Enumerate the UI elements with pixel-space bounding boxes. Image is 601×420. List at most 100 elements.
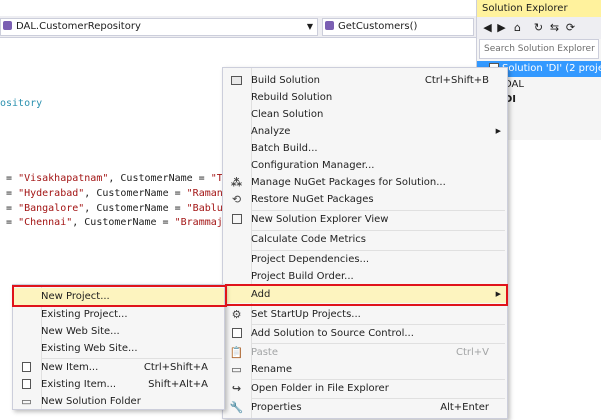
code-token: ository xyxy=(0,98,43,109)
wrench-icon: 🔧 xyxy=(229,401,244,414)
code-token: "Visakhapatnam" xyxy=(18,173,109,184)
menu-item-configuration-manager[interactable]: Configuration Manager... xyxy=(223,157,507,174)
new-item-icon xyxy=(19,360,34,375)
menu-item-clean-solution[interactable]: Clean Solution xyxy=(223,106,507,123)
menu-item-new-explorer-view[interactable]: New Solution Explorer View xyxy=(223,211,507,228)
menu-item-label: Properties xyxy=(251,402,302,413)
menu-item-label: Open Folder in File Explorer xyxy=(251,383,389,394)
code-token: , CustomerName = xyxy=(84,188,187,199)
menu-item-new-project[interactable]: New Project... xyxy=(13,288,224,305)
forward-icon[interactable]: ▶ xyxy=(494,20,509,35)
code-token: , CustomerName = xyxy=(84,203,187,214)
code-line[interactable]: = "Chennai", CustomerName = "Brammaji" } xyxy=(0,215,247,231)
menu-item-new-solution-folder[interactable]: ▭ New Solution Folder xyxy=(13,393,224,410)
menu-item-restore-nuget[interactable]: ⟲ Restore NuGet Packages xyxy=(223,191,507,208)
code-token: = xyxy=(0,188,19,199)
menu-item-label: Paste xyxy=(251,347,278,358)
open-folder-icon: ↪ xyxy=(231,382,242,395)
rename-icon: ▭ xyxy=(231,363,242,376)
code-token: = xyxy=(0,217,19,228)
solution-explorer-search[interactable]: Search Solution Explorer (Ctrl xyxy=(479,39,599,59)
menu-item-code-metrics[interactable]: Calculate Code Metrics xyxy=(223,231,507,248)
menu-item-label: Add Solution to Source Control... xyxy=(251,328,414,339)
menu-item-label: Existing Project... xyxy=(41,309,128,320)
paste-icon: 📋 xyxy=(229,346,244,359)
add-submenu: New Project... Existing Project... New W… xyxy=(12,284,225,410)
menu-item-new-item[interactable]: New Item... Ctrl+Shift+A xyxy=(13,359,224,376)
nuget-icon: ⁂ xyxy=(230,176,243,189)
menu-item-manage-nuget[interactable]: ⁂ Manage NuGet Packages for Solution... xyxy=(223,174,507,191)
menu-item-shortcut: Shift+Alt+A xyxy=(148,379,208,390)
menu-item-existing-web-site[interactable]: Existing Web Site... xyxy=(13,340,224,357)
menu-item-label: New Solution Explorer View xyxy=(251,214,389,225)
menu-item-label: Configuration Manager... xyxy=(251,160,375,171)
member-dropdown-value: GetCustomers() xyxy=(338,21,418,32)
menu-item-label: Rename xyxy=(251,364,293,375)
code-line[interactable]: = "Visakhapatnam", CustomerName = "Tulas xyxy=(0,171,247,187)
menu-item-add[interactable]: Add ▶ xyxy=(223,286,507,303)
menu-item-label: Add xyxy=(251,289,271,300)
code-line[interactable]: ository xyxy=(0,96,42,112)
existing-item-icon xyxy=(19,377,34,392)
menu-item-source-control[interactable]: Add Solution to Source Control... xyxy=(223,325,507,342)
home-icon[interactable]: ⌂ xyxy=(510,20,525,35)
menu-item-label: Existing Item... xyxy=(41,379,117,390)
menu-item-new-web-site[interactable]: New Web Site... xyxy=(13,323,224,340)
folder-icon: ▭ xyxy=(21,395,32,408)
code-token: "Chennai" xyxy=(18,217,73,228)
menu-item-label: Existing Web Site... xyxy=(41,343,138,354)
menu-item-open-folder[interactable]: ↪ Open Folder in File Explorer xyxy=(223,380,507,397)
method-icon xyxy=(325,20,334,30)
submenu-arrow-icon: ▶ xyxy=(495,290,501,298)
menu-item-label: Rebuild Solution xyxy=(251,92,333,103)
gear-icon: ⚙ xyxy=(231,308,242,321)
menu-item-properties[interactable]: 🔧 Properties Alt+Enter xyxy=(223,399,507,416)
menu-item-build-order[interactable]: Project Build Order... xyxy=(223,268,507,285)
menu-item-project-dependencies[interactable]: Project Dependencies... xyxy=(223,251,507,268)
menu-item-paste[interactable]: 📋 Paste Ctrl+V xyxy=(223,344,507,361)
code-token: "Hyderabad" xyxy=(18,188,85,199)
menu-item-analyze[interactable]: Analyze ▶ xyxy=(223,123,507,140)
code-token: = xyxy=(0,203,19,214)
solution-explorer-toolbar: ◀ ▶ ⌂ ↻ ⇆ ⟳ xyxy=(477,17,601,39)
menu-item-label: New Web Site... xyxy=(41,326,120,337)
menu-item-label: New Solution Folder xyxy=(41,396,141,407)
menu-item-label: New Item... xyxy=(41,362,99,373)
code-token: = xyxy=(0,173,19,184)
menu-item-shortcut: Ctrl+V xyxy=(455,347,489,358)
menu-item-label: Manage NuGet Packages for Solution... xyxy=(251,177,446,188)
new-window-icon xyxy=(229,212,244,227)
code-token: , CustomerName = xyxy=(108,173,211,184)
menu-item-shortcut: Ctrl+Shift+A xyxy=(143,362,208,373)
menu-item-batch-build[interactable]: Batch Build... xyxy=(223,140,507,157)
type-dropdown-value: DAL.CustomerRepository xyxy=(16,21,141,32)
solution-context-menu: Build Solution Ctrl+Shift+B Rebuild Solu… xyxy=(222,67,508,419)
solution-explorer-title: Solution Explorer xyxy=(477,0,601,17)
menu-item-label: Project Dependencies... xyxy=(251,254,370,265)
menu-item-label: Clean Solution xyxy=(251,109,324,120)
chevron-down-icon: ▼ xyxy=(306,22,313,31)
menu-item-set-startup[interactable]: ⚙ Set StartUp Projects... xyxy=(223,306,507,323)
menu-item-shortcut: Alt+Enter xyxy=(440,402,489,413)
menu-item-existing-item[interactable]: Existing Item... Shift+Alt+A xyxy=(13,376,224,393)
menu-item-rename[interactable]: ▭ Rename xyxy=(223,361,507,378)
menu-item-label: Calculate Code Metrics xyxy=(251,234,366,245)
menu-item-build-solution[interactable]: Build Solution Ctrl+Shift+B xyxy=(223,72,507,89)
member-dropdown[interactable]: GetCustomers() xyxy=(322,18,474,36)
source-control-icon xyxy=(229,326,244,341)
solution-label: Solution 'DI' (2 projects) xyxy=(502,63,601,74)
back-icon[interactable]: ◀ xyxy=(480,20,495,35)
history-icon[interactable]: ↻ xyxy=(531,20,546,35)
code-token: "Bangalore" xyxy=(18,203,85,214)
menu-item-rebuild-solution[interactable]: Rebuild Solution xyxy=(223,89,507,106)
menu-item-existing-project[interactable]: Existing Project... xyxy=(13,306,224,323)
code-line[interactable]: = "Hyderabad", CustomerName = "Ramana" }… xyxy=(0,186,253,202)
refresh-icon[interactable]: ⟳ xyxy=(563,20,578,35)
type-dropdown[interactable]: DAL.CustomerRepository ▼ xyxy=(0,18,318,36)
menu-item-label: Analyze xyxy=(251,126,291,137)
sync-icon[interactable]: ⇆ xyxy=(547,20,562,35)
build-icon xyxy=(229,73,244,88)
menu-item-label: Build Solution xyxy=(251,75,321,86)
class-icon xyxy=(3,20,12,30)
menu-item-label: Restore NuGet Packages xyxy=(251,194,374,205)
